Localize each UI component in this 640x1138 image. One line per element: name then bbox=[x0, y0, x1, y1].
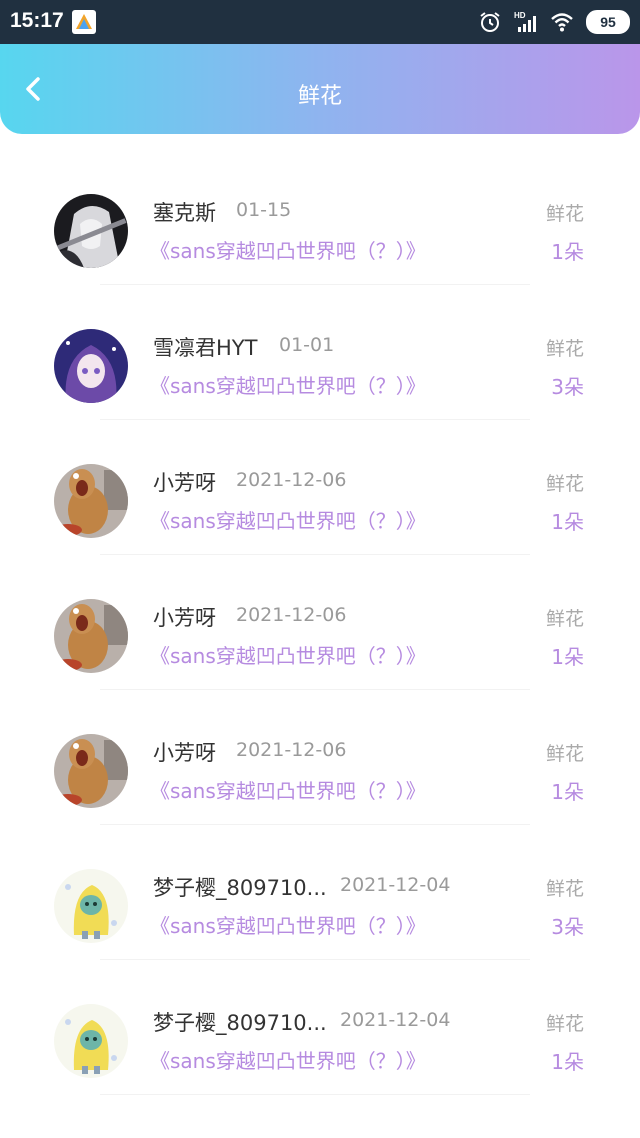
gift-count: 1朵 bbox=[551, 780, 584, 804]
gift-count: 1朵 bbox=[551, 1050, 584, 1074]
flower-gift-list: 塞克斯 01-15 《sans穿越凹凸世界吧（？）》 鲜花 1朵 雪凛君HYT … bbox=[0, 150, 640, 1095]
header: 鲜花 bbox=[0, 44, 640, 134]
alarm-icon bbox=[480, 12, 500, 32]
list-item[interactable]: 小芳呀 2021-12-06 《sans穿越凹凸世界吧（？）》 鲜花 1朵 bbox=[0, 420, 640, 555]
work-title[interactable]: 《sans穿越凹凸世界吧（？）》 bbox=[150, 1045, 426, 1074]
gift-type-label: 鲜花 bbox=[545, 743, 584, 765]
wifi-icon bbox=[551, 13, 573, 32]
list-item[interactable]: 梦子樱_809710... 2021-12-04 《sans穿越凹凸世界吧（？）… bbox=[0, 960, 640, 1095]
work-title[interactable]: 《sans穿越凹凸世界吧（？）》 bbox=[150, 235, 426, 264]
avatar[interactable] bbox=[54, 734, 128, 808]
gift-type-label: 鲜花 bbox=[545, 338, 584, 360]
user-name[interactable]: 小芳呀 bbox=[153, 737, 216, 767]
avatar[interactable] bbox=[54, 329, 128, 403]
signal-icon: HD bbox=[514, 11, 536, 32]
avatar[interactable] bbox=[54, 194, 128, 268]
gift-date: 01-01 bbox=[279, 334, 335, 356]
gift-date: 2021-12-04 bbox=[340, 1009, 451, 1031]
status-icons: HD 95 bbox=[478, 10, 630, 34]
gift-date: 01-15 bbox=[236, 199, 292, 221]
work-title[interactable]: 《sans穿越凹凸世界吧（？）》 bbox=[150, 910, 426, 939]
avatar[interactable] bbox=[54, 599, 128, 673]
avatar[interactable] bbox=[54, 869, 128, 943]
list-item[interactable]: 塞克斯 01-15 《sans穿越凹凸世界吧（？）》 鲜花 1朵 bbox=[0, 150, 640, 285]
battery-icon: 95 bbox=[586, 10, 630, 34]
user-name[interactable]: 梦子樱_809710... bbox=[153, 1007, 327, 1037]
gift-count: 1朵 bbox=[551, 510, 584, 534]
user-name[interactable]: 梦子樱_809710... bbox=[153, 872, 327, 902]
list-item[interactable]: 梦子樱_809710... 2021-12-04 《sans穿越凹凸世界吧（？）… bbox=[0, 825, 640, 960]
gift-date: 2021-12-04 bbox=[340, 874, 451, 896]
work-title[interactable]: 《sans穿越凹凸世界吧（？）》 bbox=[150, 370, 426, 399]
user-name[interactable]: 塞克斯 bbox=[153, 197, 216, 227]
gift-type-label: 鲜花 bbox=[545, 1013, 584, 1035]
gift-type-label: 鲜花 bbox=[545, 473, 584, 495]
divider bbox=[100, 1094, 530, 1095]
avatar[interactable] bbox=[54, 464, 128, 538]
work-title[interactable]: 《sans穿越凹凸世界吧（？）》 bbox=[150, 640, 426, 669]
app-icon bbox=[72, 10, 96, 34]
network-type-label: HD bbox=[514, 11, 526, 20]
page-title: 鲜花 bbox=[297, 84, 342, 109]
list-item[interactable]: 小芳呀 2021-12-06 《sans穿越凹凸世界吧（？）》 鲜花 1朵 bbox=[0, 690, 640, 825]
gift-date: 2021-12-06 bbox=[236, 604, 347, 626]
gift-date: 2021-12-06 bbox=[236, 739, 347, 761]
status-bar: 15:17 HD 95 bbox=[0, 0, 640, 44]
avatar[interactable] bbox=[54, 1004, 128, 1078]
work-title[interactable]: 《sans穿越凹凸世界吧（？）》 bbox=[150, 505, 426, 534]
gift-count: 3朵 bbox=[551, 375, 584, 399]
user-name[interactable]: 小芳呀 bbox=[153, 467, 216, 497]
gift-type-label: 鲜花 bbox=[545, 878, 584, 900]
work-title[interactable]: 《sans穿越凹凸世界吧（？）》 bbox=[150, 775, 426, 804]
list-item[interactable]: 雪凛君HYT 01-01 《sans穿越凹凸世界吧（？）》 鲜花 3朵 bbox=[0, 285, 640, 420]
gift-type-label: 鲜花 bbox=[545, 203, 584, 225]
status-time: 15:17 bbox=[10, 9, 64, 32]
gift-count: 3朵 bbox=[551, 915, 584, 939]
list-item[interactable]: 小芳呀 2021-12-06 《sans穿越凹凸世界吧（？）》 鲜花 1朵 bbox=[0, 555, 640, 690]
user-name[interactable]: 小芳呀 bbox=[153, 602, 216, 632]
gift-date: 2021-12-06 bbox=[236, 469, 347, 491]
gift-count: 1朵 bbox=[551, 240, 584, 264]
gift-type-label: 鲜花 bbox=[545, 608, 584, 630]
user-name[interactable]: 雪凛君HYT bbox=[153, 332, 257, 362]
gift-count: 1朵 bbox=[551, 645, 584, 669]
